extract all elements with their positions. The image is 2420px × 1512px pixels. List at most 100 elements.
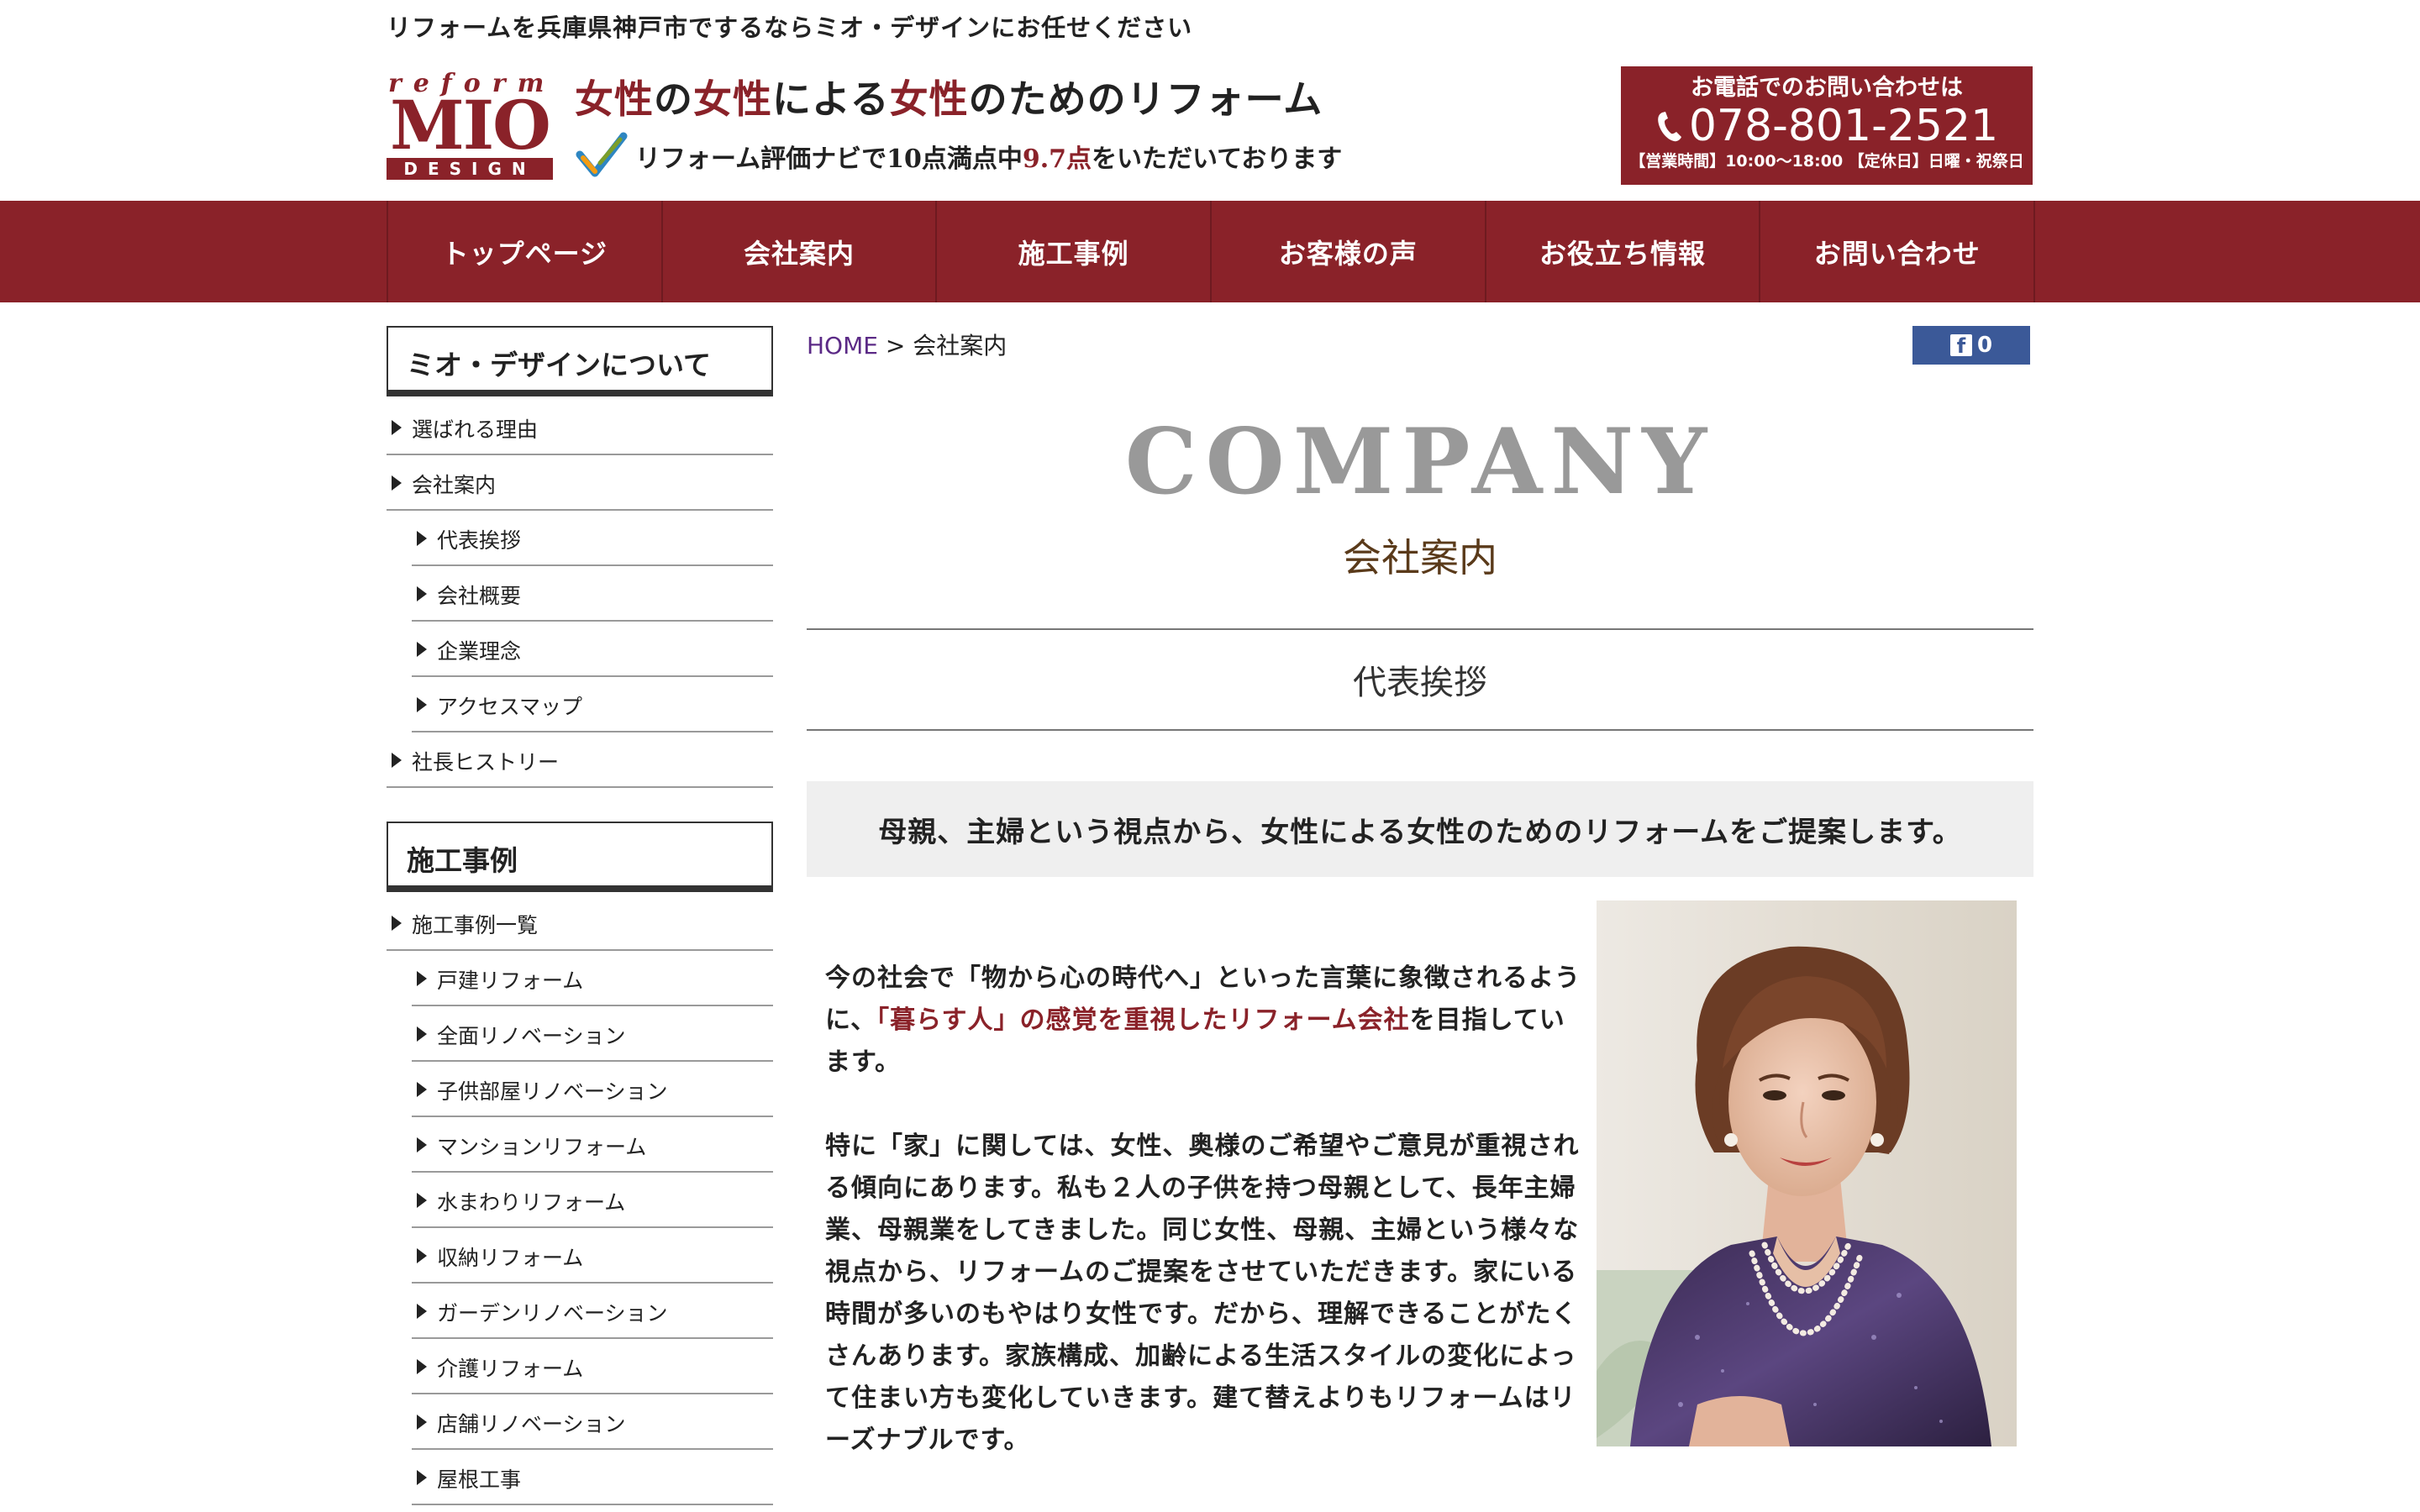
sidebar-item-label: ガーデンリノベーション bbox=[437, 1301, 668, 1326]
sidebar-item-house[interactable]: 戸建リフォーム bbox=[412, 953, 773, 1006]
sidebar-item-label: 収納リフォーム bbox=[437, 1246, 584, 1270]
sidebar-item-label: 戸建リフォーム bbox=[437, 969, 584, 993]
breadcrumb-current: 会社案内 bbox=[913, 332, 1007, 360]
page-title-ja: 会社案内 bbox=[1343, 535, 1497, 580]
sidebar-item-care[interactable]: 介護リフォーム bbox=[412, 1341, 773, 1394]
sidebar-item-label: 屋根工事 bbox=[437, 1467, 522, 1492]
sidebar-item-label: 介護リフォーム bbox=[437, 1357, 584, 1381]
triangle-right-icon bbox=[417, 1137, 427, 1152]
nav-item-top[interactable]: トップページ bbox=[388, 201, 663, 302]
sidebar-item-works-list[interactable]: 施工事例一覧 bbox=[387, 897, 773, 951]
triangle-right-icon bbox=[417, 1248, 427, 1263]
sidebar-item-shop[interactable]: 店舗リノベーション bbox=[412, 1396, 773, 1450]
triangle-right-icon bbox=[392, 753, 402, 768]
breadcrumb-separator: > bbox=[885, 332, 906, 360]
headline-part: 女性 bbox=[889, 76, 969, 122]
triangle-right-icon bbox=[417, 1026, 427, 1042]
facebook-share-count: 0 bbox=[1976, 333, 1993, 358]
facebook-share-button[interactable]: f 0 bbox=[1912, 326, 2030, 365]
sidebar-item-philosophy[interactable]: 企業理念 bbox=[412, 623, 773, 677]
sidebar-item-full-renovation[interactable]: 全面リノベーション bbox=[412, 1008, 773, 1062]
rating-text-part: をいただいております bbox=[1092, 144, 1343, 174]
sidebar-item-label: 水まわりリフォーム bbox=[437, 1190, 626, 1215]
sidebar-item-storage[interactable]: 収納リフォーム bbox=[412, 1230, 773, 1284]
sidebar-item-label: 企業理念 bbox=[437, 639, 522, 664]
greeting-paragraph-2: 特に「家」に関しては、女性、奥様のご希望やご意見が重視される傾向にあります。私も… bbox=[825, 1131, 1580, 1455]
nav-item-company[interactable]: 会社案内 bbox=[663, 201, 938, 302]
triangle-right-icon bbox=[392, 916, 402, 931]
rating-check-icon bbox=[576, 132, 628, 177]
sidebar-item-label: 選ばれる理由 bbox=[412, 417, 539, 442]
greeting-paragraph-1: 今の社会で「物から心の時代へ」といった言葉に象徴されるように、「暮らす人」の感覚… bbox=[825, 958, 1581, 1084]
sidebar-heading-label: ミオ・デザインについて bbox=[407, 349, 712, 381]
logo-design-text: DESIGN bbox=[387, 158, 553, 180]
triangle-right-icon bbox=[417, 1359, 427, 1374]
phone-number: 078-801-2521 bbox=[1688, 101, 1999, 151]
lead-message: 母親、主婦という視点から、女性による女性のためのリフォームをご提案します。 bbox=[807, 781, 2033, 877]
rating-score: 9.7点 bbox=[1022, 144, 1092, 174]
rating-subline: リフォーム評価ナビで10点満点中9.7点をいただいております bbox=[575, 128, 1342, 185]
sidebar-item-label: 店舗リノベーション bbox=[437, 1412, 626, 1436]
headline-part: 女性 bbox=[575, 76, 654, 122]
sidebar-item-overview[interactable]: 会社概要 bbox=[412, 568, 773, 622]
sidebar-item-label: 全面リノベーション bbox=[437, 1024, 626, 1048]
phone-contact-box[interactable]: お電話でのお問い合わせは 078-801-2521 【営業時間】10:00〜18… bbox=[1621, 66, 2033, 185]
headline-part: による bbox=[772, 76, 890, 122]
sidebar-item-company[interactable]: 会社案内 bbox=[387, 457, 773, 511]
sidebar-item-label: 施工事例一覧 bbox=[412, 913, 539, 937]
breadcrumb: HOME > 会社案内 bbox=[807, 328, 1007, 361]
section-divider-top bbox=[807, 628, 2033, 630]
sidebar-item-water[interactable]: 水まわりリフォーム bbox=[412, 1174, 773, 1228]
sidebar-item-label: 代表挨拶 bbox=[437, 528, 522, 553]
triangle-right-icon bbox=[417, 586, 427, 601]
headline-part: の bbox=[654, 76, 693, 122]
headline-part: のためのリフォーム bbox=[968, 76, 1323, 122]
sidebar-list-about: 選ばれる理由 会社案内 代表挨拶 会社概要 企業理念 アクセスマップ 社長ヒスト… bbox=[387, 402, 773, 788]
triangle-right-icon bbox=[417, 642, 427, 657]
phone-icon bbox=[1658, 112, 1681, 142]
sidebar-item-label: 会社案内 bbox=[412, 473, 497, 497]
section-title: 代表挨拶 bbox=[1353, 664, 1487, 702]
global-nav: トップページ 会社案内 施工事例 お客様の声 お役立ち情報 お問い合わせ bbox=[0, 201, 2420, 302]
nav-item-works[interactable]: 施工事例 bbox=[937, 201, 1213, 302]
sidebar-item-label: 社長ヒストリー bbox=[412, 750, 560, 774]
phone-label: お電話でのお問い合わせは bbox=[1691, 75, 1963, 101]
sidebar-heading-label: 施工事例 bbox=[407, 844, 518, 877]
sidebar-item-roof[interactable]: 屋根工事 bbox=[412, 1452, 773, 1505]
sidebar-item-access[interactable]: アクセスマップ bbox=[412, 679, 773, 732]
nav-item-contact[interactable]: お問い合わせ bbox=[1760, 201, 2036, 302]
paragraph-highlight: 「暮らす人」の感覚を重視したリフォーム会社 bbox=[876, 1005, 1410, 1035]
business-hours: 【営業時間】10:00〜18:00 【定休日】日曜・祝祭日 bbox=[1629, 152, 2024, 171]
sidebar-item-mansion[interactable]: マンションリフォーム bbox=[412, 1119, 773, 1173]
rating-text-part: リフォーム評価ナビで10点満点中 bbox=[635, 144, 1023, 174]
page-title-en: COMPANY bbox=[1124, 409, 1716, 515]
phone-number-row: 078-801-2521 bbox=[1621, 102, 2033, 150]
nav-item-info[interactable]: お役立ち情報 bbox=[1486, 201, 1761, 302]
sidebar-item-history[interactable]: 社長ヒストリー bbox=[387, 734, 773, 788]
sidebar-heading-about: ミオ・デザインについて bbox=[387, 326, 773, 396]
headline-part: 女性 bbox=[693, 76, 772, 122]
site-logo[interactable]: reform MIO DESIGN bbox=[385, 71, 555, 181]
sidebar-item-label: マンションリフォーム bbox=[437, 1135, 647, 1159]
sidebar-heading-works: 施工事例 bbox=[387, 822, 773, 892]
triangle-right-icon bbox=[417, 971, 427, 986]
facebook-icon: f bbox=[1949, 334, 1972, 358]
triangle-right-icon bbox=[417, 1415, 427, 1430]
rating-text: リフォーム評価ナビで10点満点中9.7点をいただいております bbox=[635, 138, 1342, 175]
nav-item-voices[interactable]: お客様の声 bbox=[1212, 201, 1486, 302]
triangle-right-icon bbox=[417, 1193, 427, 1208]
triangle-right-icon bbox=[417, 1304, 427, 1319]
site-tagline: リフォームを兵庫県神戸市でするならミオ・デザインにお任せください bbox=[387, 13, 1193, 42]
sidebar-item-greeting[interactable]: 代表挨拶 bbox=[412, 512, 773, 566]
triangle-right-icon bbox=[392, 475, 402, 491]
sidebar-item-label: 会社概要 bbox=[437, 584, 522, 608]
logo-mio-text: MIO bbox=[390, 86, 551, 165]
triangle-right-icon bbox=[417, 1082, 427, 1097]
triangle-right-icon bbox=[417, 697, 427, 712]
sidebar-item-label: アクセスマップ bbox=[437, 695, 583, 719]
breadcrumb-home-link[interactable]: HOME bbox=[807, 332, 878, 360]
sidebar-item-kids-room[interactable]: 子供部屋リノベーション bbox=[412, 1063, 773, 1117]
sidebar-list-works: 施工事例一覧 戸建リフォーム 全面リノベーション 子供部屋リノベーション マンシ… bbox=[387, 897, 773, 1505]
sidebar-item-reasons[interactable]: 選ばれる理由 bbox=[387, 402, 773, 455]
sidebar-item-garden[interactable]: ガーデンリノベーション bbox=[412, 1285, 773, 1339]
